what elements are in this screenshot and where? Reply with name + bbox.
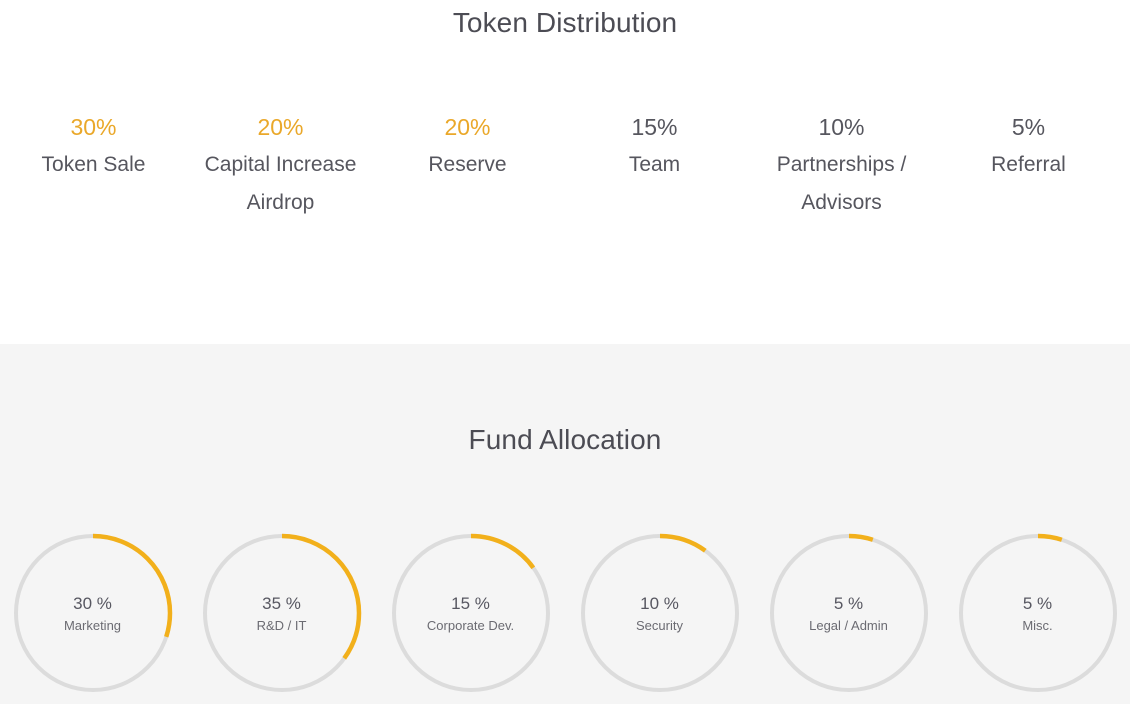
donut-ring-icon	[391, 533, 550, 693]
token-item-capital-increase-airdrop: 20% Capital Increase Airdrop	[187, 108, 374, 222]
token-item-percent: 20%	[444, 114, 491, 140]
donut-cell-security: 10 % Security	[565, 533, 754, 693]
donut-chart-misc: 5 % Misc.	[958, 533, 1118, 693]
fund-allocation-title: Fund Allocation	[468, 424, 662, 455]
token-item-label: Partnerships / Advisors	[776, 153, 907, 214]
token-item-partnerships-advisors: 10% Partnerships / Advisors	[748, 108, 935, 222]
token-item-referral: 5% Referral	[935, 108, 1122, 184]
token-item-team: 15% Team	[561, 108, 748, 184]
token-distribution-grid: 30% Token Sale 20% Capital Increase Aird…	[0, 108, 1130, 222]
donut-cell-misc: 5 % Misc.	[943, 533, 1130, 693]
donut-ring-icon	[769, 533, 928, 693]
donut-cell-rd-it: 35 % R&D / IT	[187, 533, 376, 693]
token-item-reserve: 20% Reserve	[374, 108, 561, 184]
donut-ring-icon	[958, 533, 1117, 693]
donut-cell-marketing: 30 % Marketing	[0, 533, 187, 693]
fund-allocation-donut-row: 30 % Marketing 35 % R&D / IT 15 % Corpor…	[0, 533, 1130, 693]
donut-cell-legal-admin: 5 % Legal / Admin	[754, 533, 943, 693]
donut-ring-icon	[202, 533, 361, 693]
donut-chart-security: 10 % Security	[580, 533, 740, 693]
token-item-label: Capital Increase Airdrop	[204, 153, 357, 214]
token-item-label: Referral	[991, 153, 1066, 176]
donut-chart-corporate-dev: 15 % Corporate Dev.	[391, 533, 551, 693]
token-item-percent: 10%	[818, 114, 865, 140]
token-distribution-title: Token Distribution	[452, 7, 678, 38]
token-item-label: Reserve	[428, 153, 507, 176]
token-item-label: Token Sale	[41, 153, 146, 176]
token-item-token-sale: 30% Token Sale	[0, 108, 187, 184]
token-item-percent: 30%	[70, 114, 117, 140]
token-distribution-section: Token Distribution 30% Token Sale 20% Ca…	[0, 0, 1130, 344]
token-item-percent: 5%	[1011, 114, 1046, 140]
donut-chart-rd-it: 35 % R&D / IT	[202, 533, 362, 693]
token-item-percent: 15%	[631, 114, 678, 140]
donut-ring-icon	[13, 533, 172, 693]
fund-allocation-section: Fund Allocation 30 % Marketing 35 % R&D …	[0, 344, 1130, 704]
token-item-label: Team	[628, 153, 681, 176]
donut-chart-legal-admin: 5 % Legal / Admin	[769, 533, 929, 693]
token-item-percent: 20%	[257, 114, 304, 140]
donut-cell-corporate-dev: 15 % Corporate Dev.	[376, 533, 565, 693]
donut-chart-marketing: 30 % Marketing	[13, 533, 173, 693]
donut-ring-icon	[580, 533, 739, 693]
